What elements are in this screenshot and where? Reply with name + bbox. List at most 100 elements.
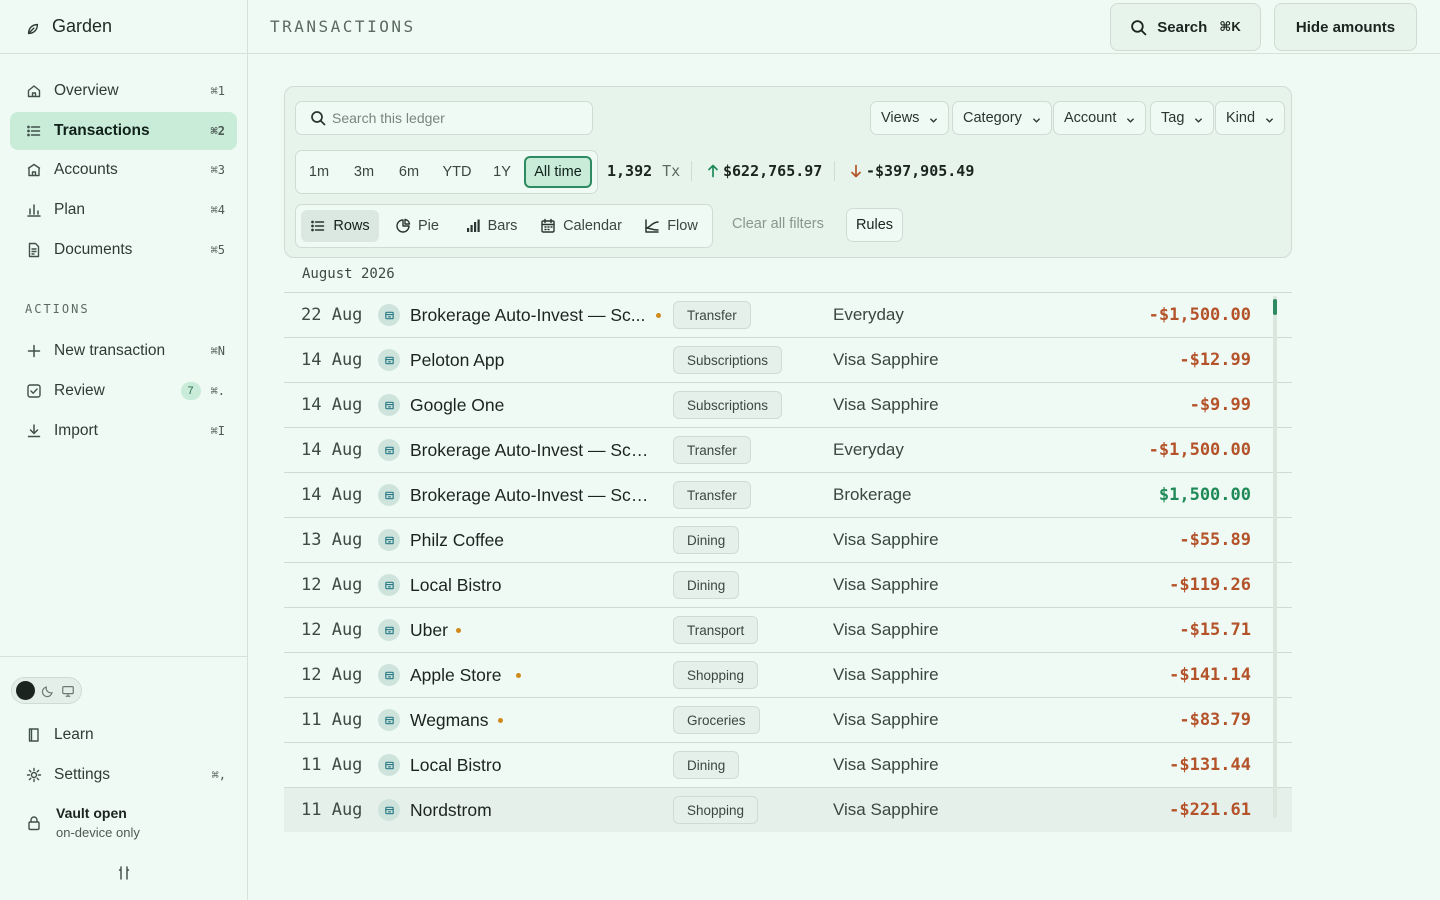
tag-dropdown[interactable]: Tag — [1150, 101, 1215, 135]
category-chip[interactable]: Shopping — [673, 661, 759, 689]
vault-status[interactable]: Vault open on-device only — [26, 805, 140, 840]
sidebar-footer: Learn Settings ⌘, Vault open on-device o… — [0, 656, 247, 900]
kind-dropdown[interactable]: Kind — [1215, 101, 1286, 135]
views-dropdown[interactable]: Views — [870, 101, 950, 135]
calendar-icon — [540, 218, 556, 234]
ledger-search-input[interactable] — [332, 110, 582, 126]
brand[interactable]: Garden — [0, 0, 247, 54]
range-1m[interactable]: 1m — [300, 156, 338, 188]
new-transaction-button[interactable]: New transaction ⌘N — [10, 332, 237, 370]
view-pie[interactable]: Pie — [386, 210, 448, 242]
category-chip[interactable]: Dining — [673, 571, 740, 599]
category-chip[interactable]: Groceries — [673, 706, 760, 734]
nav-item-accounts[interactable]: Accounts ⌘3 — [10, 151, 237, 189]
category-chip[interactable]: Dining — [673, 751, 740, 779]
nav-item-overview[interactable]: Overview ⌘1 — [10, 72, 237, 110]
table-row[interactable]: 11 Aug Wegmans Groceries Visa Sapphire -$83.… — [284, 697, 1292, 742]
category-chip[interactable]: Subscriptions — [673, 346, 783, 374]
row-account: Visa Sapphire — [833, 755, 939, 774]
action-label: Import — [54, 421, 98, 439]
clear-filters-button[interactable]: Clear all filters — [732, 216, 824, 232]
search-button[interactable]: Search ⌘K — [1110, 3, 1261, 51]
nav-shortcut: ⌘1 — [210, 84, 225, 98]
collapse-sidebar-icon[interactable] — [117, 865, 131, 881]
import-button[interactable]: Import ⌘I — [10, 412, 237, 450]
row-amount: -$1,500.00 — [1148, 305, 1251, 325]
hide-amounts-button[interactable]: Hide amounts — [1274, 3, 1417, 51]
table-row[interactable]: 14 Aug Brokerage Auto-Invest — Sch... Tran… — [284, 472, 1292, 517]
row-account: Visa Sapphire — [833, 710, 939, 729]
category-chip[interactable]: Transfer — [673, 301, 751, 329]
review-button[interactable]: Review 7 ⌘. — [10, 372, 237, 410]
table-row[interactable]: 12 Aug Uber Transport Visa Sapphire -$15.71 — [284, 607, 1292, 652]
table-row[interactable]: 12 Aug Local Bistro Dining Visa Sapphire -$1… — [284, 562, 1292, 607]
range-all-time[interactable]: All time — [524, 156, 592, 188]
table-row[interactable]: 11 Aug Nordstrom Shopping Visa Sapphire -$22… — [284, 787, 1292, 832]
dropdown-label: Views — [881, 110, 920, 126]
sidebar: Garden Overview ⌘1 Transactions ⌘2 Accou… — [0, 0, 248, 900]
range-1y[interactable]: 1Y — [485, 156, 519, 188]
row-merchant: Brokerage Auto-Invest — Sc... — [410, 304, 646, 325]
page-title: TRANSACTIONS — [270, 17, 416, 36]
nav-item-transactions[interactable]: Transactions ⌘2 — [10, 111, 237, 150]
ledger-search[interactable] — [295, 101, 593, 135]
row-amount: -$12.99 — [1179, 350, 1251, 370]
actions-nav: New transaction ⌘N Review 7 ⌘. Import ⌘I — [0, 332, 247, 449]
row-merchant: Apple Store — [410, 664, 502, 685]
category-chip[interactable]: Transfer — [673, 436, 751, 464]
theme-toggle[interactable] — [11, 677, 82, 704]
table-row[interactable]: 22 Aug Brokerage Auto-Invest — Sc... Trans… — [284, 292, 1292, 337]
filter-panel: Views Category Account Tag Kind 1m 3m 6m… — [284, 86, 1292, 258]
table-row[interactable]: 14 Aug Peloton App Subscriptions Visa Sapph… — [284, 337, 1292, 382]
search-icon — [1130, 19, 1147, 36]
rules-button[interactable]: Rules — [846, 208, 903, 242]
category-chip[interactable]: Dining — [673, 526, 740, 554]
monitor-icon[interactable] — [61, 684, 75, 698]
review-count-badge: 7 — [180, 382, 201, 401]
gear-icon — [26, 767, 42, 783]
table-row[interactable]: 14 Aug Google One Subscriptions Visa Sapphi… — [284, 382, 1292, 427]
account-dropdown[interactable]: Account — [1053, 101, 1147, 135]
row-date: 11 Aug — [301, 710, 363, 730]
dropdown-label: Tag — [1161, 110, 1185, 126]
table-row[interactable]: 13 Aug Philz Coffee Dining Visa Sapphire -$5… — [284, 517, 1292, 562]
settings-label: Settings — [54, 766, 111, 783]
scrollbar-thumb[interactable] — [1273, 299, 1277, 315]
scrollbar-track[interactable] — [1273, 296, 1277, 818]
row-merchant: Google One — [410, 394, 505, 415]
range-3m[interactable]: 3m — [344, 156, 384, 188]
nav-item-documents[interactable]: Documents ⌘5 — [10, 231, 237, 269]
category-chip[interactable]: Transfer — [673, 481, 751, 509]
category-chip[interactable]: Subscriptions — [673, 391, 783, 419]
list-icon — [310, 218, 326, 234]
settings-link[interactable]: Settings ⌘, — [10, 757, 238, 793]
moon-icon[interactable] — [41, 684, 55, 698]
table-row[interactable]: 11 Aug Local Bistro Dining Visa Sapphire -$1… — [284, 742, 1292, 787]
learn-link[interactable]: Learn — [10, 717, 238, 753]
action-label: Review — [54, 382, 105, 400]
category-dropdown[interactable]: Category — [952, 101, 1052, 135]
row-date: 12 Aug — [301, 665, 363, 685]
view-flow[interactable]: Flow — [636, 210, 706, 242]
row-date: 14 Aug — [301, 485, 363, 505]
chevron-down-icon — [1265, 116, 1274, 125]
needs-review-dot — [516, 672, 521, 678]
view-label: Bars — [487, 218, 518, 234]
range-6m[interactable]: 6m — [389, 156, 429, 188]
action-shortcut: ⌘. — [210, 384, 225, 399]
range-ytd[interactable]: YTD — [434, 156, 480, 188]
view-bars[interactable]: Bars — [456, 210, 526, 242]
nav-item-plan[interactable]: Plan ⌘4 — [10, 191, 237, 229]
storefront-icon — [378, 799, 400, 821]
row-account: Visa Sapphire — [833, 665, 939, 684]
view-label: Flow — [667, 218, 698, 234]
view-rows[interactable]: Rows — [301, 210, 379, 242]
view-calendar[interactable]: Calendar — [534, 210, 628, 242]
row-date: 11 Aug — [301, 755, 363, 775]
needs-review-dot — [498, 717, 503, 723]
table-row[interactable]: 12 Aug Apple Store Shopping Visa Sapphire -$… — [284, 652, 1292, 697]
theme-dark-dot[interactable] — [16, 681, 35, 700]
category-chip[interactable]: Shopping — [673, 796, 759, 824]
table-row[interactable]: 14 Aug Brokerage Auto-Invest — Sch... Tran… — [284, 427, 1292, 472]
category-chip[interactable]: Transport — [673, 616, 759, 644]
